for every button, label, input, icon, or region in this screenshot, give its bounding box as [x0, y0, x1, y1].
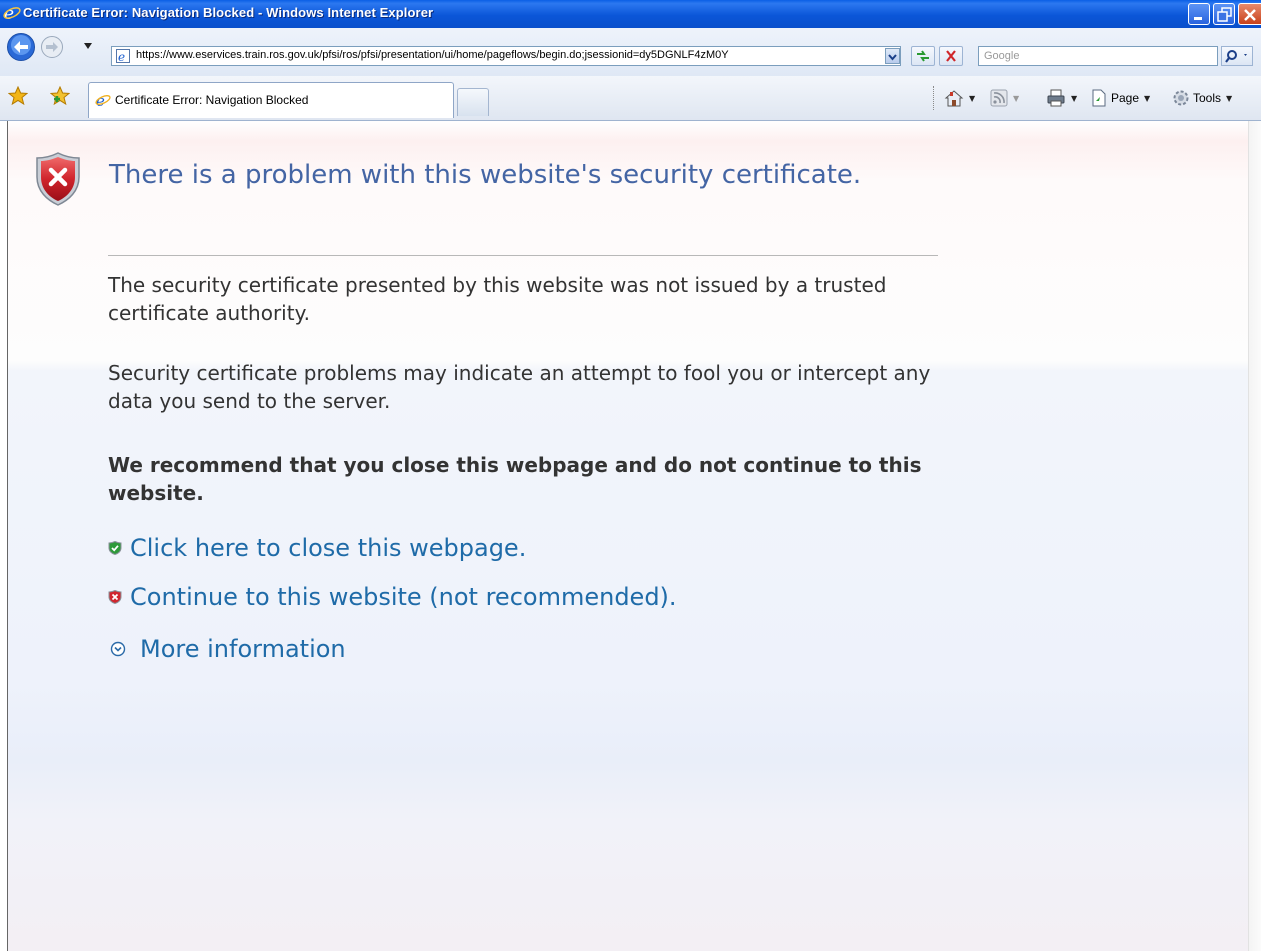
svg-text:e: e — [118, 50, 125, 63]
chevron-down-icon: ▼ — [1013, 93, 1020, 103]
tools-menu-button[interactable]: Tools ▼ — [1172, 88, 1232, 108]
title-divider — [108, 255, 938, 256]
expand-circle-icon — [110, 641, 126, 657]
restore-icon — [1217, 7, 1232, 22]
home-button[interactable]: ▼ — [944, 88, 975, 108]
stop-icon — [946, 50, 956, 62]
print-button[interactable]: ▼ — [1046, 88, 1077, 108]
close-webpage-link[interactable]: Click here to close this webpage. — [130, 534, 526, 562]
toolbar-separator — [933, 86, 936, 110]
magnifier-icon — [1225, 50, 1247, 63]
chevron-down-icon: ▼ — [1071, 93, 1078, 103]
ie-logo-icon: e — [95, 92, 111, 108]
minimize-button[interactable] — [1188, 3, 1210, 25]
address-dropdown-button[interactable] — [885, 48, 900, 64]
chevron-down-icon: ▼ — [969, 93, 976, 103]
page-menu-label: Page — [1111, 91, 1140, 105]
content-left-border — [0, 121, 8, 951]
back-button[interactable] — [6, 32, 36, 62]
stop-button[interactable] — [939, 46, 963, 66]
more-information-label[interactable]: More information — [140, 635, 346, 663]
window-title-bar[interactable]: e Certificate Error: Navigation Blocked … — [0, 0, 1261, 28]
favorites-star-icon[interactable] — [8, 86, 28, 106]
vertical-scrollbar[interactable] — [1248, 121, 1261, 951]
feeds-button[interactable]: ▼ — [990, 88, 1019, 108]
page-title: There is a problem with this website's s… — [109, 160, 862, 190]
home-icon — [944, 90, 964, 107]
ie-logo-icon: e — [3, 4, 21, 22]
search-button[interactable] — [1221, 46, 1253, 66]
history-dropdown-icon[interactable] — [83, 42, 93, 50]
error-shield-icon — [36, 152, 80, 206]
add-favorites-icon[interactable] — [50, 86, 70, 106]
navigation-bar: e https://www.eservices.train.ros.gov.uk… — [0, 28, 1261, 77]
refresh-button[interactable] — [911, 46, 935, 66]
continue-website-row: Continue to this website (not recommende… — [108, 583, 677, 611]
green-shield-icon — [108, 541, 122, 555]
recommendation-text: We recommend that you close this webpage… — [108, 453, 922, 505]
refresh-icon — [917, 50, 929, 62]
page-icon — [1092, 89, 1106, 107]
rss-feed-icon — [990, 89, 1008, 107]
tools-menu-label: Tools — [1193, 91, 1222, 105]
minimize-icon — [1194, 17, 1202, 20]
new-tab-button[interactable] — [457, 88, 489, 116]
continue-website-link[interactable]: Continue to this website (not recommende… — [130, 583, 677, 611]
address-bar[interactable]: e https://www.eservices.train.ros.gov.uk… — [111, 46, 901, 66]
restore-button[interactable] — [1213, 3, 1235, 25]
chevron-down-icon: ▼ — [1226, 93, 1233, 103]
more-information-toggle[interactable]: More information — [108, 635, 346, 663]
chevron-down-icon — [888, 54, 897, 61]
close-icon — [1244, 9, 1256, 21]
close-window-button[interactable] — [1238, 3, 1261, 25]
tab-label: Certificate Error: Navigation Blocked — [115, 93, 309, 107]
tab-bar: e Certificate Error: Navigation Blocked … — [0, 76, 1261, 121]
untrusted-authority-text: The security certificate presented by th… — [108, 273, 887, 325]
error-page: There is a problem with this website's s… — [8, 121, 1248, 951]
window-title: Certificate Error: Navigation Blocked - … — [23, 5, 434, 20]
search-input[interactable]: Google — [978, 46, 1218, 66]
printer-icon — [1047, 89, 1065, 107]
page-icon: e — [116, 49, 130, 63]
search-placeholder: Google — [984, 50, 1020, 62]
security-warning-text: Security certificate problems may indica… — [108, 361, 931, 413]
red-shield-icon — [108, 590, 122, 604]
gear-icon — [1173, 90, 1189, 106]
chevron-down-icon: ▼ — [1144, 93, 1151, 103]
tab-certificate-error[interactable]: e Certificate Error: Navigation Blocked — [88, 82, 454, 118]
page-menu-button[interactable]: Page ▼ — [1090, 88, 1150, 108]
close-webpage-row: Click here to close this webpage. — [108, 534, 526, 562]
forward-button[interactable] — [40, 35, 64, 59]
address-url[interactable]: https://www.eservices.train.ros.gov.uk/p… — [136, 49, 896, 61]
